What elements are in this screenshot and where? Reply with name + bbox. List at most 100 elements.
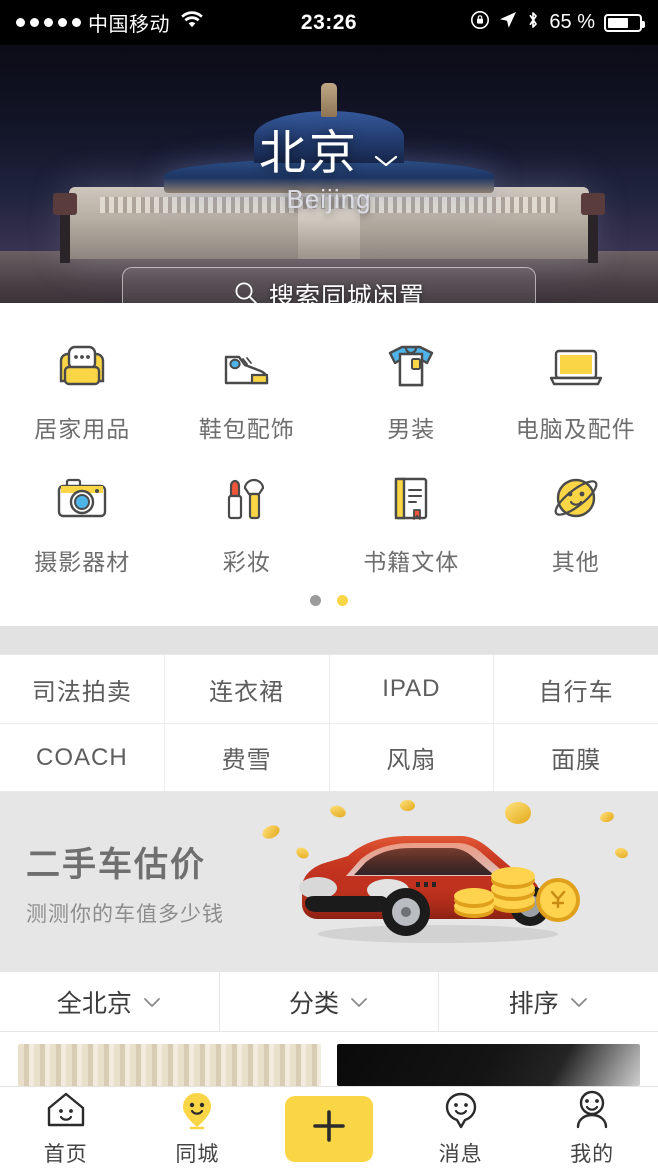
keyword-cell[interactable]: 司法拍卖 — [0, 655, 164, 723]
category-item-menswear[interactable]: 男装 — [329, 321, 494, 454]
coin-decoration — [613, 846, 630, 860]
filter-sort[interactable]: 排序 — [438, 972, 658, 1031]
location-pin-smile-icon — [174, 1089, 220, 1131]
keyword-row: 司法拍卖 连衣裙 IPAD 自行车 — [0, 655, 658, 723]
section-divider — [0, 626, 658, 654]
battery-icon — [604, 13, 645, 32]
product-list — [0, 1032, 658, 1086]
keyword-cell[interactable]: 费雪 — [163, 724, 329, 791]
red-sedan-illustration — [299, 836, 580, 943]
category-label: 电脑及配件 — [515, 416, 636, 442]
category-row-2: 摄影器材 彩妆 书籍文体 其他 — [0, 454, 658, 587]
app-screen: 中国移动 23:26 65 % 北京 Beijing 搜索同城闲置 居家用品 鞋… — [0, 0, 658, 1170]
category-item-other[interactable]: 其他 — [494, 454, 658, 587]
tab-label: 同城 — [175, 1143, 220, 1166]
plus-icon — [308, 1105, 350, 1152]
category-item-shoes-bags[interactable]: 鞋包配饰 — [165, 321, 330, 454]
category-pager[interactable] — [0, 587, 658, 620]
city-name-cn: 北京 — [259, 126, 359, 179]
makeup-icon — [216, 468, 278, 530]
category-label: 摄影器材 — [34, 549, 131, 575]
coin-decoration — [400, 800, 415, 811]
location-arrow-icon — [499, 11, 517, 35]
used-car-valuation-banner[interactable]: 二手车估价 测测你的车值多少钱 — [0, 792, 658, 972]
category-item-books[interactable]: 书籍文体 — [329, 454, 494, 587]
hero-banner: 北京 Beijing 搜索同城闲置 — [0, 45, 658, 303]
banner-title: 二手车估价 — [26, 845, 206, 884]
sofa-icon — [51, 335, 113, 397]
tshirt-icon — [380, 335, 442, 397]
chevron-down-icon — [569, 987, 589, 1016]
category-item-cosmetics[interactable]: 彩妆 — [165, 454, 330, 587]
product-image — [337, 1044, 640, 1086]
chevron-down-icon — [142, 987, 162, 1016]
chat-smile-icon — [438, 1089, 484, 1131]
city-selector[interactable]: 北京 Beijing — [0, 129, 658, 215]
keyword-cell[interactable]: IPAD — [328, 655, 494, 723]
person-smile-icon — [569, 1089, 615, 1131]
banner-text: 二手车估价 测测你的车值多少钱 — [0, 837, 224, 928]
search-input[interactable]: 搜索同城闲置 — [122, 267, 536, 303]
category-item-photography[interactable]: 摄影器材 — [0, 454, 165, 587]
tab-profile[interactable]: 我的 — [526, 1089, 658, 1168]
status-bar-right: 65 % — [470, 10, 645, 36]
filter-label: 排序 — [508, 989, 559, 1018]
coin-decoration — [328, 803, 348, 820]
laptop-icon — [545, 335, 607, 397]
filter-bar: 全北京 分类 排序 — [0, 972, 658, 1032]
hot-keywords-grid: 司法拍卖 连衣裙 IPAD 自行车 COACH 费雪 风扇 面膜 — [0, 654, 658, 792]
keyword-cell[interactable]: 连衣裙 — [163, 655, 329, 723]
chevron-down-icon[interactable] — [373, 129, 399, 176]
coin-decoration — [598, 810, 616, 824]
keyword-cell[interactable]: 自行车 — [493, 655, 658, 723]
temple-spire — [321, 83, 337, 117]
category-label: 鞋包配饰 — [198, 416, 295, 442]
product-image — [18, 1044, 321, 1086]
add-post-button[interactable] — [284, 1095, 373, 1162]
book-icon — [380, 468, 442, 530]
tab-label: 消息 — [438, 1143, 483, 1166]
product-card[interactable] — [18, 1044, 321, 1086]
category-item-home-goods[interactable]: 居家用品 — [0, 321, 165, 454]
status-bar: 中国移动 23:26 65 % — [0, 0, 658, 45]
coin-decoration — [260, 822, 282, 842]
filter-label: 分类 — [289, 989, 340, 1018]
filter-category[interactable]: 分类 — [218, 972, 439, 1031]
search-placeholder: 搜索同城闲置 — [268, 283, 425, 303]
category-label: 居家用品 — [34, 416, 131, 442]
keyword-cell[interactable]: COACH — [0, 724, 164, 791]
home-smile-icon — [43, 1089, 89, 1131]
bluetooth-icon — [526, 10, 540, 36]
camera-icon — [51, 468, 113, 530]
street-lamp-left — [53, 193, 77, 263]
tab-label: 我的 — [570, 1143, 615, 1166]
category-label: 彩妆 — [222, 549, 271, 575]
category-item-computers[interactable]: 电脑及配件 — [494, 321, 658, 454]
category-label: 其他 — [551, 549, 600, 575]
tab-home[interactable]: 首页 — [0, 1089, 132, 1168]
battery-percent-label: 65 % — [549, 11, 595, 33]
filter-label: 全北京 — [56, 989, 132, 1018]
chevron-down-icon — [349, 987, 369, 1016]
bottom-tab-bar: 首页 同城 消息 我的 — [0, 1086, 658, 1170]
pager-dot[interactable] — [310, 595, 321, 606]
shoe-icon — [216, 335, 278, 397]
coin-decoration — [505, 802, 531, 824]
filter-location[interactable]: 全北京 — [0, 972, 219, 1031]
tab-publish[interactable] — [263, 1095, 395, 1162]
product-card[interactable] — [337, 1044, 640, 1086]
category-row-1: 居家用品 鞋包配饰 男装 电脑及配件 — [0, 321, 658, 454]
tab-label: 首页 — [43, 1143, 88, 1166]
keyword-row: COACH 费雪 风扇 面膜 — [0, 723, 658, 791]
keyword-cell[interactable]: 面膜 — [493, 724, 658, 791]
tab-messages[interactable]: 消息 — [395, 1089, 527, 1168]
pager-dot-active[interactable] — [337, 595, 348, 606]
banner-subtitle: 测测你的车值多少钱 — [26, 902, 224, 926]
tab-local[interactable]: 同城 — [132, 1089, 264, 1168]
category-grid: 居家用品 鞋包配饰 男装 电脑及配件 摄影器材 彩妆 书籍文体 其他 — [0, 303, 658, 626]
planet-smile-icon — [545, 468, 607, 530]
category-label: 男装 — [387, 416, 436, 442]
street-lamp-right — [581, 193, 605, 263]
keyword-cell[interactable]: 风扇 — [328, 724, 494, 791]
category-label: 书籍文体 — [363, 549, 460, 575]
